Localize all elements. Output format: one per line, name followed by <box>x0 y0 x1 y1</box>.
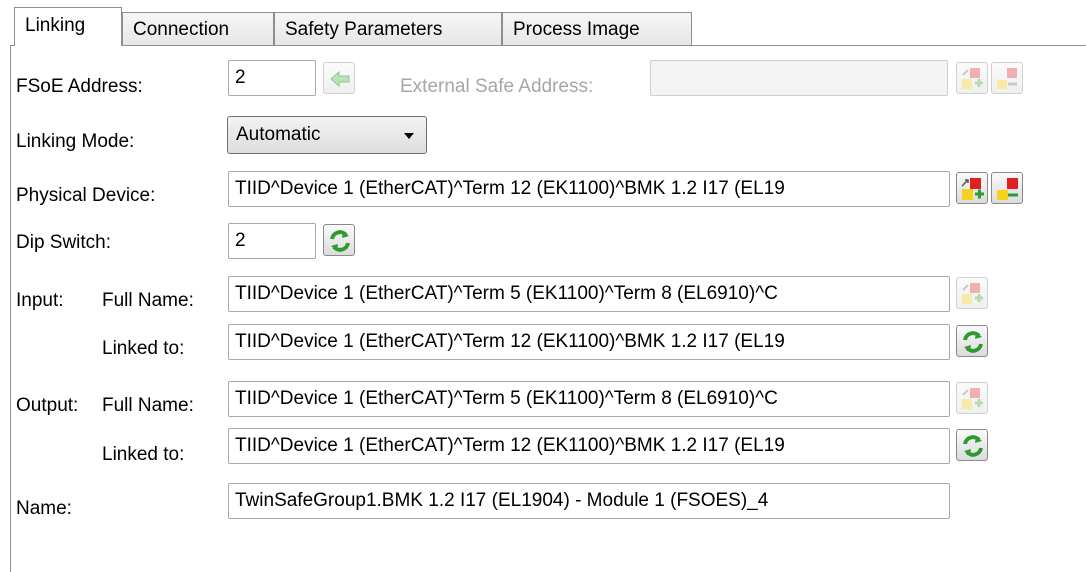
chevron-down-icon <box>404 133 414 139</box>
output-label: Output: <box>16 395 79 416</box>
link-add-icon <box>961 178 984 200</box>
output-full-name-label: Full Name: <box>102 395 194 416</box>
input-linked-to-label: Linked to: <box>102 338 185 359</box>
linking-mode-dropdown[interactable]: Automatic <box>227 116 427 154</box>
link-input-button[interactable] <box>956 277 988 309</box>
output-full-name-field[interactable]: TIID^Device 1 (EtherCAT)^Term 5 (EK1100)… <box>228 381 950 417</box>
refresh-icon <box>330 230 350 252</box>
refresh-icon <box>963 435 983 457</box>
output-linked-to-field[interactable]: TIID^Device 1 (EtherCAT)^Term 12 (EK1100… <box>228 428 950 464</box>
input-full-name-field[interactable]: TIID^Device 1 (EtherCAT)^Term 5 (EK1100)… <box>228 276 950 312</box>
unlink-external-button[interactable] <box>991 62 1023 94</box>
link-physical-device-button[interactable] <box>956 172 988 204</box>
tab-connection[interactable]: Connection <box>122 12 274 45</box>
fsoe-address-label: FSoE Address: <box>16 76 143 97</box>
refresh-icon <box>963 331 983 353</box>
unlink-physical-device-button[interactable] <box>991 172 1023 204</box>
tab-safety-parameters[interactable]: Safety Parameters <box>274 12 502 45</box>
panel-border <box>10 45 11 572</box>
link-output-button[interactable] <box>956 382 988 414</box>
arrow-left-icon <box>330 70 350 88</box>
input-linked-to-field[interactable]: TIID^Device 1 (EtherCAT)^Term 12 (EK1100… <box>228 324 950 360</box>
linking-mode-label: Linking Mode: <box>16 131 135 152</box>
linking-mode-value: Automatic <box>236 124 321 145</box>
tab-linking[interactable]: Linking <box>14 7 122 46</box>
link-external-button[interactable] <box>956 62 988 94</box>
apply-address-button[interactable] <box>323 62 355 94</box>
refresh-input-button[interactable] <box>956 325 988 357</box>
link-add-icon <box>962 283 983 304</box>
physical-device-field[interactable]: TIID^Device 1 (EtherCAT)^Term 12 (EK1100… <box>228 171 950 207</box>
external-safe-address-label: External Safe Address: <box>400 76 594 97</box>
output-linked-to-label: Linked to: <box>102 444 185 465</box>
fsoe-address-field[interactable]: 2 <box>228 60 316 96</box>
link-remove-icon <box>997 178 1018 200</box>
link-remove-icon <box>997 68 1017 89</box>
link-add-icon <box>962 68 983 89</box>
input-label: Input: <box>16 290 64 311</box>
external-safe-address-field[interactable] <box>650 60 948 96</box>
dip-switch-label: Dip Switch: <box>16 232 112 253</box>
physical-device-label: Physical Device: <box>16 185 156 206</box>
link-add-icon <box>962 388 983 409</box>
name-field[interactable]: TwinSafeGroup1.BMK 1.2 I17 (EL1904) - Mo… <box>228 483 950 519</box>
dip-switch-field[interactable]: 2 <box>228 223 316 259</box>
input-full-name-label: Full Name: <box>102 290 194 311</box>
tab-process-image[interactable]: Process Image <box>502 12 692 45</box>
refresh-dip-switch-button[interactable] <box>323 224 355 256</box>
name-label: Name: <box>16 498 72 519</box>
refresh-output-button[interactable] <box>956 429 988 461</box>
